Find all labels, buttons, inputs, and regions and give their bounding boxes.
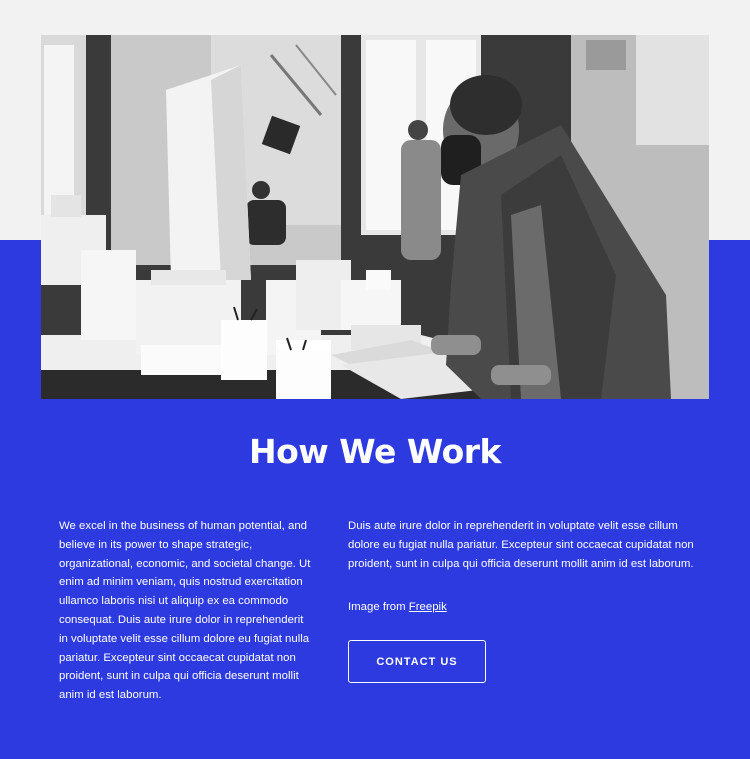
intro-paragraph: We excel in the business of human potent… — [59, 520, 311, 702]
detail-paragraph: Duis aute irure dolor in reprehenderit i… — [348, 520, 694, 570]
credit-prefix: Image from — [348, 601, 409, 613]
hero-image — [41, 35, 709, 399]
architecture-office-photo-icon — [41, 35, 709, 399]
freepik-link[interactable]: Freepik — [409, 601, 447, 613]
image-credit: Image from Freepik — [348, 598, 447, 616]
page-title: How We Work — [249, 432, 501, 471]
contact-us-button[interactable]: CONTACT US — [348, 640, 486, 683]
